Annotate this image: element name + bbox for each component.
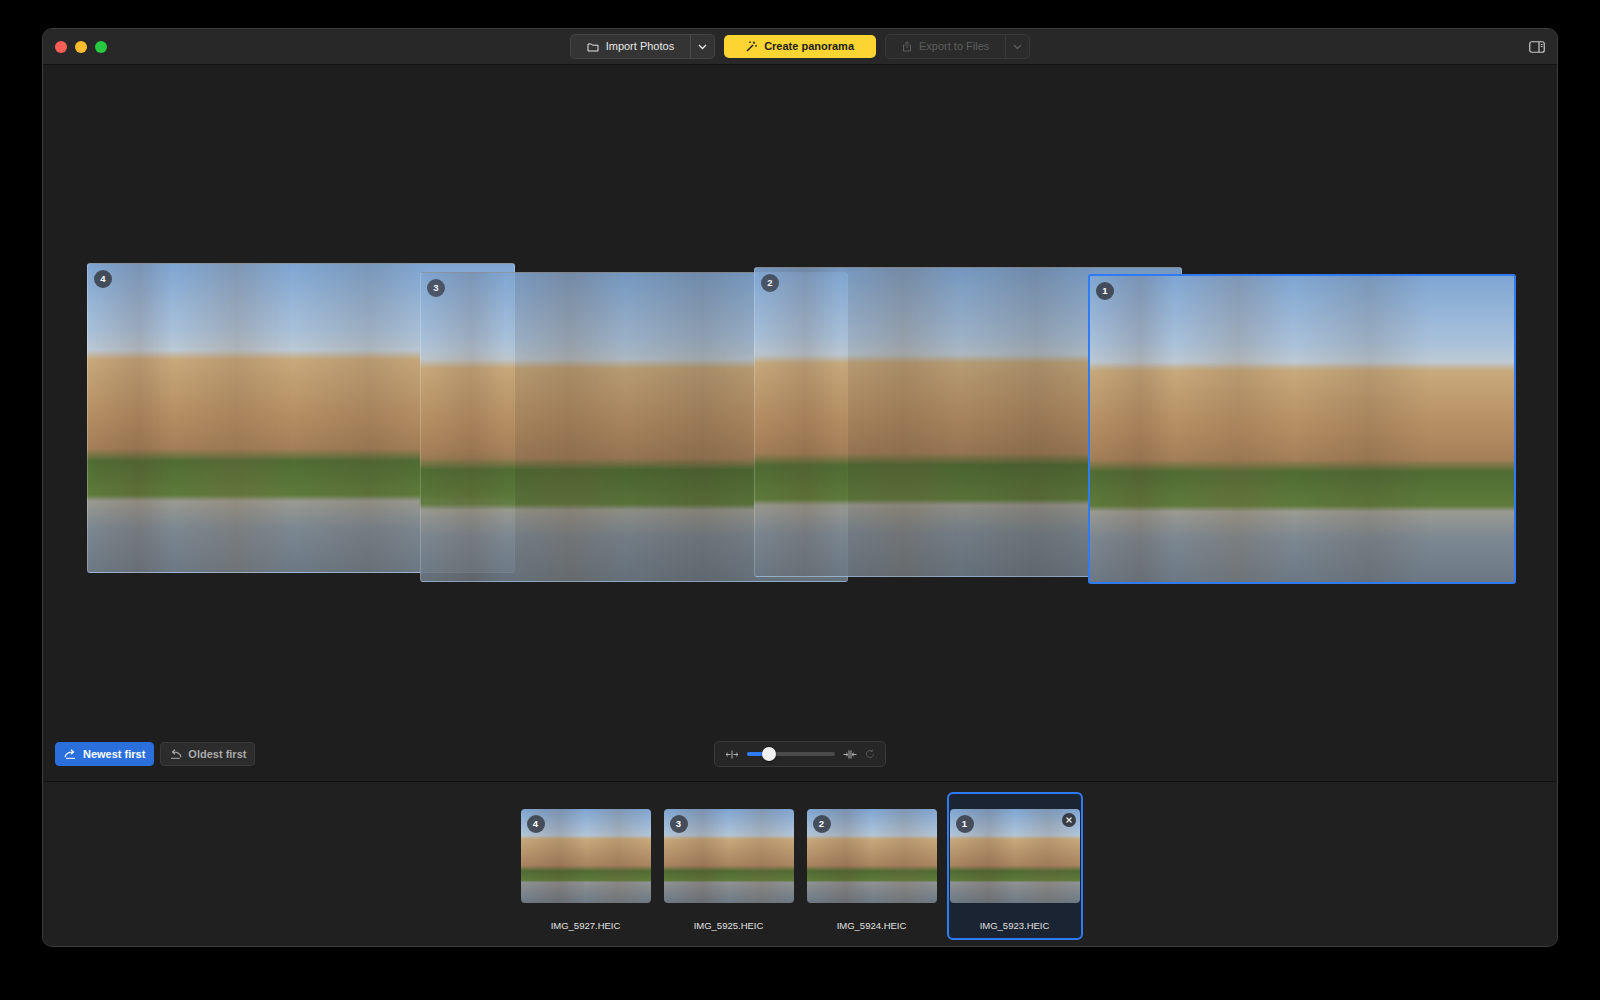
photo-filename: IMG_5923.HEIC (980, 919, 1050, 933)
close-window-icon[interactable] (55, 41, 67, 53)
sort-button[interactable]: Oldest first (160, 742, 255, 767)
photo-number-badge: 2 (761, 274, 779, 292)
photo-number-badge: 3 (427, 279, 445, 297)
export-button[interactable]: Export to Files (885, 34, 1030, 59)
photo-thumbnail[interactable]: 1 (950, 809, 1080, 903)
photo-filename: IMG_5925.HEIC (694, 919, 764, 933)
thumbnail-number-badge: 4 (527, 815, 545, 833)
sort-button[interactable]: Newest first (55, 742, 154, 767)
minimize-window-icon[interactable] (75, 41, 87, 53)
panorama-photo[interactable]: 1 (1088, 274, 1516, 584)
magic-wand-icon (746, 41, 757, 52)
photo-thumbnail[interactable]: 2 (807, 809, 937, 903)
reduce-spacing-icon[interactable] (843, 750, 857, 759)
import-button[interactable]: Import Photos (570, 34, 715, 59)
export-dropdown[interactable] (1005, 35, 1029, 58)
filmstrip-item[interactable]: 1 IMG_5923.HEIC (947, 792, 1083, 940)
reset-icon[interactable] (865, 749, 875, 759)
spacing-slider-thumb[interactable] (762, 747, 776, 761)
filmstrip-item[interactable]: 3 IMG_5925.HEIC (661, 792, 797, 940)
folder-icon (587, 42, 599, 52)
photo-thumbnail[interactable]: 4 (521, 809, 651, 903)
export-label: Export to Files (919, 38, 989, 55)
newest-first-icon (64, 749, 77, 759)
spacing-slider-group (714, 741, 886, 767)
photo-number-badge: 4 (94, 270, 112, 288)
create-label: Create panorama (764, 38, 854, 55)
import-dropdown[interactable] (690, 35, 714, 58)
sidebar-toggle-icon[interactable] (1529, 41, 1545, 53)
filmstrip-item[interactable]: 4 IMG_5927.HEIC (518, 792, 654, 940)
remove-photo-button[interactable] (1062, 813, 1076, 827)
zoom-window-icon[interactable] (95, 41, 107, 53)
photo-number-badge: 1 (1096, 282, 1114, 300)
sort-label: Oldest first (188, 746, 246, 763)
window-controls (55, 41, 570, 53)
share-icon (902, 41, 912, 52)
close-icon (1066, 817, 1072, 823)
toolbar: Import Photos Create panorama Export to … (43, 29, 1557, 65)
import-label: Import Photos (606, 38, 674, 55)
thumbnail-number-badge: 1 (956, 815, 974, 833)
expand-spacing-icon[interactable] (725, 750, 739, 759)
filmstrip-item[interactable]: 2 IMG_5924.HEIC (804, 792, 940, 940)
thumbnail-number-badge: 3 (670, 815, 688, 833)
thumbnail-number-badge: 2 (813, 815, 831, 833)
spacing-slider[interactable] (747, 752, 835, 756)
filmstrip: 4 IMG_5927.HEIC 3 IMG_5925.HEIC 2 IMG_5924.HE… (43, 781, 1557, 946)
photo-filename: IMG_5924.HEIC (837, 919, 907, 933)
app-window: Import Photos Create panorama Export to … (42, 28, 1558, 947)
chevron-down-icon (1013, 44, 1022, 50)
photo-thumbnail[interactable]: 3 (664, 809, 794, 903)
oldest-first-icon (169, 749, 182, 759)
panorama-canvas: 1 2 3 4 Newest first Oldest first (43, 65, 1557, 781)
sort-toggle: Newest first Oldest first (55, 742, 714, 767)
create-panorama-button[interactable]: Create panorama (724, 35, 876, 58)
photo-filename: IMG_5927.HEIC (551, 919, 621, 933)
sort-label: Newest first (83, 746, 145, 763)
chevron-down-icon (698, 44, 707, 50)
